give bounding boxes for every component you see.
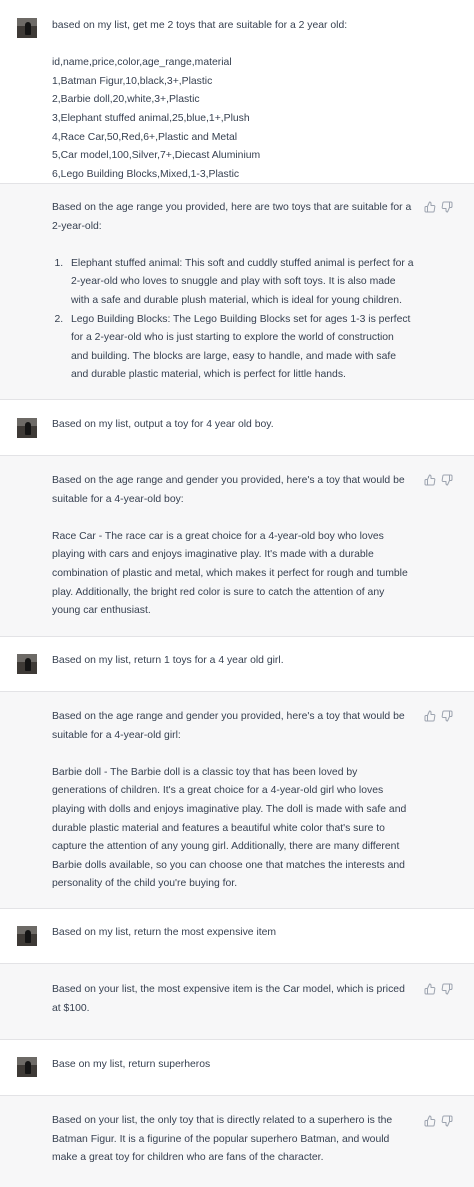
message-paragraph: Based on the age range you provided, her… bbox=[52, 202, 412, 232]
user-message-8: Base on my list, return superheros bbox=[0, 1040, 474, 1096]
thumbs-up-icon[interactable] bbox=[424, 1115, 436, 1127]
thumbs-up-icon[interactable] bbox=[424, 983, 436, 995]
user-message-text: Based on my list, output a toy for 4 yea… bbox=[52, 416, 414, 435]
user-message-text: Based on my list, return the most expens… bbox=[52, 924, 414, 943]
feedback-buttons bbox=[424, 1115, 456, 1127]
assistant-message-1: Based on the age range you provided, her… bbox=[0, 184, 474, 400]
assistant-message-text: Based on the age range and gender you pr… bbox=[52, 708, 414, 894]
csv-line: 1,Batman Figur,10,black,3+,Plastic bbox=[52, 75, 213, 87]
message-paragraph: Based on my list, return the most expens… bbox=[52, 927, 277, 938]
feedback-buttons bbox=[424, 710, 456, 722]
user-message-4: Based on my list, return 1 toys for a 4 … bbox=[0, 637, 474, 692]
assistant-message-text: Based on the age range and gender you pr… bbox=[52, 472, 414, 621]
csv-line: 3,Elephant stuffed animal,25,blue,1+,Plu… bbox=[52, 112, 250, 124]
assistant-message-3: Based on the age range and gender you pr… bbox=[0, 456, 474, 637]
message-paragraph: Based on my list, output a toy for 4 yea… bbox=[52, 419, 274, 430]
thumbs-down-icon[interactable] bbox=[441, 1115, 453, 1127]
user-avatar bbox=[17, 926, 37, 946]
thumbs-down-icon[interactable] bbox=[441, 474, 453, 486]
user-avatar bbox=[17, 418, 37, 438]
user-message-0: based on my list, get me 2 toys that are… bbox=[0, 0, 474, 184]
list-item: Elephant stuffed animal: This soft and c… bbox=[66, 255, 414, 311]
message-paragraph: Race Car - The race car is a great choic… bbox=[52, 530, 408, 617]
thumbs-down-icon[interactable] bbox=[441, 710, 453, 722]
message-paragraph: Base on my list, return superheros bbox=[52, 1059, 211, 1070]
user-avatar bbox=[17, 18, 37, 38]
assistant-message-7: Based on your list, the most expensive i… bbox=[0, 964, 474, 1040]
csv-line: 4,Race Car,50,Red,6+,Plastic and Metal bbox=[52, 131, 238, 143]
feedback-buttons bbox=[424, 983, 456, 995]
assistant-message-5: Based on the age range and gender you pr… bbox=[0, 692, 474, 909]
feedback-buttons bbox=[424, 201, 456, 213]
message-paragraph: Based on your list, the only toy that is… bbox=[52, 1115, 393, 1164]
list-item: Lego Building Blocks: The Lego Building … bbox=[66, 311, 414, 385]
csv-line: id,name,price,color,age_range,material bbox=[52, 57, 232, 69]
thumbs-up-icon[interactable] bbox=[424, 710, 436, 722]
csv-line: 5,Car model,100,Silver,7+,Diecast Alumin… bbox=[52, 150, 261, 162]
message-paragraph: Based on the age range and gender you pr… bbox=[52, 475, 405, 505]
csv-line: 6,Lego Building Blocks,Mixed,1-3,Plastic bbox=[52, 168, 240, 180]
csv-line: 2,Barbie doll,20,white,3+,Plastic bbox=[52, 94, 200, 106]
thumbs-down-icon[interactable] bbox=[441, 983, 453, 995]
message-paragraph: Barbie doll - The Barbie doll is a class… bbox=[52, 766, 407, 890]
assistant-message-text: Based on your list, the most expensive i… bbox=[52, 981, 414, 1018]
numbered-list: Elephant stuffed animal: This soft and c… bbox=[52, 255, 414, 385]
feedback-buttons bbox=[424, 474, 456, 486]
user-avatar bbox=[17, 1057, 37, 1077]
user-message-text: Based on my list, return 1 toys for a 4 … bbox=[52, 652, 414, 671]
assistant-message-9: Based on your list, the only toy that is… bbox=[0, 1096, 474, 1187]
thumbs-up-icon[interactable] bbox=[424, 201, 436, 213]
user-message-text: Base on my list, return superheros bbox=[52, 1056, 414, 1075]
assistant-message-text: Based on the age range you provided, her… bbox=[52, 199, 414, 385]
user-avatar bbox=[17, 654, 37, 674]
assistant-message-text: Based on your list, the only toy that is… bbox=[52, 1112, 414, 1168]
thumbs-down-icon[interactable] bbox=[441, 201, 453, 213]
user-message-text: based on my list, get me 2 toys that are… bbox=[52, 17, 414, 184]
message-paragraph: Based on your list, the most expensive i… bbox=[52, 984, 405, 1014]
message-paragraph: Based on my list, return 1 toys for a 4 … bbox=[52, 655, 284, 666]
user-message-2: Based on my list, output a toy for 4 yea… bbox=[0, 400, 474, 456]
message-paragraph: Based on the age range and gender you pr… bbox=[52, 711, 405, 741]
thumbs-up-icon[interactable] bbox=[424, 474, 436, 486]
message-paragraph: based on my list, get me 2 toys that are… bbox=[52, 20, 348, 31]
user-message-6: Based on my list, return the most expens… bbox=[0, 909, 474, 964]
